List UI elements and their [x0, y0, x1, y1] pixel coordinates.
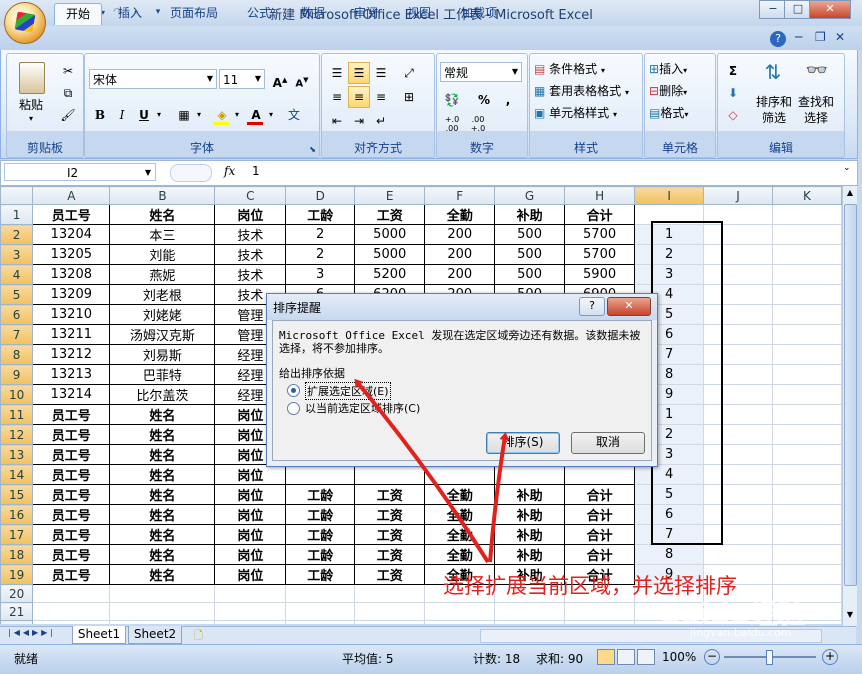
office-logo-icon: [14, 11, 36, 33]
baidu-watermark-url: jingyan.baidu.com: [690, 626, 792, 639]
arrow-to-sort-button: [488, 432, 510, 563]
arrow-to-expand-option: [354, 378, 490, 564]
office-button[interactable]: [4, 2, 46, 44]
